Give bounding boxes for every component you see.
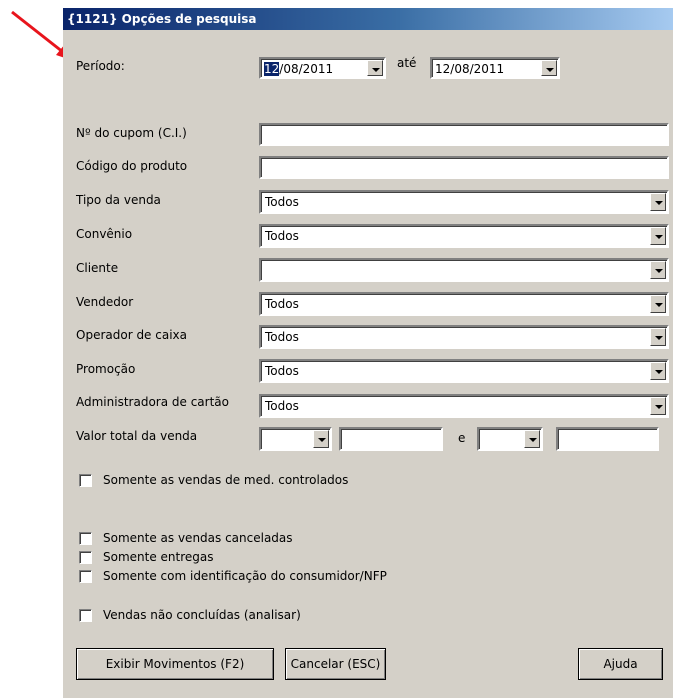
periodo-label: Período:	[76, 59, 125, 73]
identificacao-label: Somente com identificação do consumidor/…	[103, 569, 387, 583]
cupom-label: Nº do cupom (C.I.)	[76, 126, 187, 140]
codigo-label: Código do produto	[76, 159, 188, 173]
vendedor-value: Todos	[265, 297, 299, 311]
exibir-movimentos-button[interactable]: Exibir Movimentos (F2)	[76, 648, 274, 680]
valor-input-2[interactable]	[556, 427, 659, 451]
promocao-value: Todos	[265, 364, 299, 378]
cancelar-button[interactable]: Cancelar (ESC)	[285, 648, 386, 680]
chevron-down-icon[interactable]	[541, 60, 557, 76]
entregas-label: Somente entregas	[103, 550, 214, 564]
canceladas-label: Somente as vendas canceladas	[103, 531, 293, 545]
convenio-label: Convênio	[76, 227, 133, 241]
valor-operator1-select[interactable]	[259, 427, 332, 451]
date-to-picker[interactable]: 12/08/2011	[430, 57, 560, 79]
chevron-down-icon[interactable]	[313, 430, 329, 448]
chevron-down-icon[interactable]	[650, 295, 666, 313]
valor-operator2-select[interactable]	[477, 427, 543, 451]
codigo-input[interactable]	[259, 156, 669, 179]
search-options-dialog: {1121} Opções de pesquisa Período: 12/08…	[63, 8, 673, 698]
chevron-down-icon[interactable]	[650, 362, 666, 380]
chevron-down-icon[interactable]	[650, 227, 666, 245]
chevron-down-icon[interactable]	[650, 261, 666, 279]
controlados-label: Somente as vendas de med. controlados	[103, 473, 349, 487]
vendedor-select[interactable]: Todos	[259, 292, 669, 316]
cliente-select[interactable]	[259, 258, 669, 282]
checkbox-identificacao[interactable]	[79, 570, 92, 583]
convenio-value: Todos	[265, 229, 299, 243]
dialog-title: {1121} Opções de pesquisa	[63, 8, 673, 30]
ate-label: até	[397, 56, 417, 70]
promocao-label: Promoção	[76, 362, 136, 376]
operador-select[interactable]: Todos	[259, 325, 669, 349]
valor-input-1[interactable]	[339, 427, 443, 451]
operador-label: Operador de caixa	[76, 328, 187, 342]
tipo-value: Todos	[265, 195, 299, 209]
vendedor-label: Vendedor	[76, 295, 134, 309]
checkbox-nao-concluidas[interactable]	[79, 609, 92, 622]
chevron-down-icon[interactable]	[367, 60, 383, 76]
cupom-input[interactable]	[259, 123, 669, 146]
date-from-rest: /08/2011	[279, 62, 334, 76]
admin-value: Todos	[265, 399, 299, 413]
ajuda-button[interactable]: Ajuda	[578, 648, 663, 680]
chevron-down-icon[interactable]	[650, 397, 666, 415]
operador-value: Todos	[265, 330, 299, 344]
admin-label: Administradora de cartão	[76, 395, 229, 409]
valor-e-label: e	[458, 431, 466, 445]
nao-concluidas-label: Vendas não concluídas (analisar)	[103, 608, 301, 622]
chevron-down-icon[interactable]	[650, 328, 666, 346]
promocao-select[interactable]: Todos	[259, 359, 669, 383]
tipo-select[interactable]: Todos	[259, 190, 669, 214]
tipo-label: Tipo da venda	[76, 193, 161, 207]
convenio-select[interactable]: Todos	[259, 224, 669, 248]
cliente-label: Cliente	[76, 261, 119, 275]
checkbox-canceladas[interactable]	[79, 532, 92, 545]
chevron-down-icon[interactable]	[524, 430, 540, 448]
admin-select[interactable]: Todos	[259, 394, 669, 418]
date-from-picker[interactable]: 12/08/2011	[259, 57, 386, 79]
checkbox-entregas[interactable]	[79, 551, 92, 564]
date-from-day[interactable]: 12	[264, 62, 280, 76]
date-to-value: 12/08/2011	[435, 62, 505, 76]
chevron-down-icon[interactable]	[650, 193, 666, 211]
valor-label: Valor total da venda	[76, 429, 198, 443]
checkbox-controlados[interactable]	[79, 474, 92, 487]
